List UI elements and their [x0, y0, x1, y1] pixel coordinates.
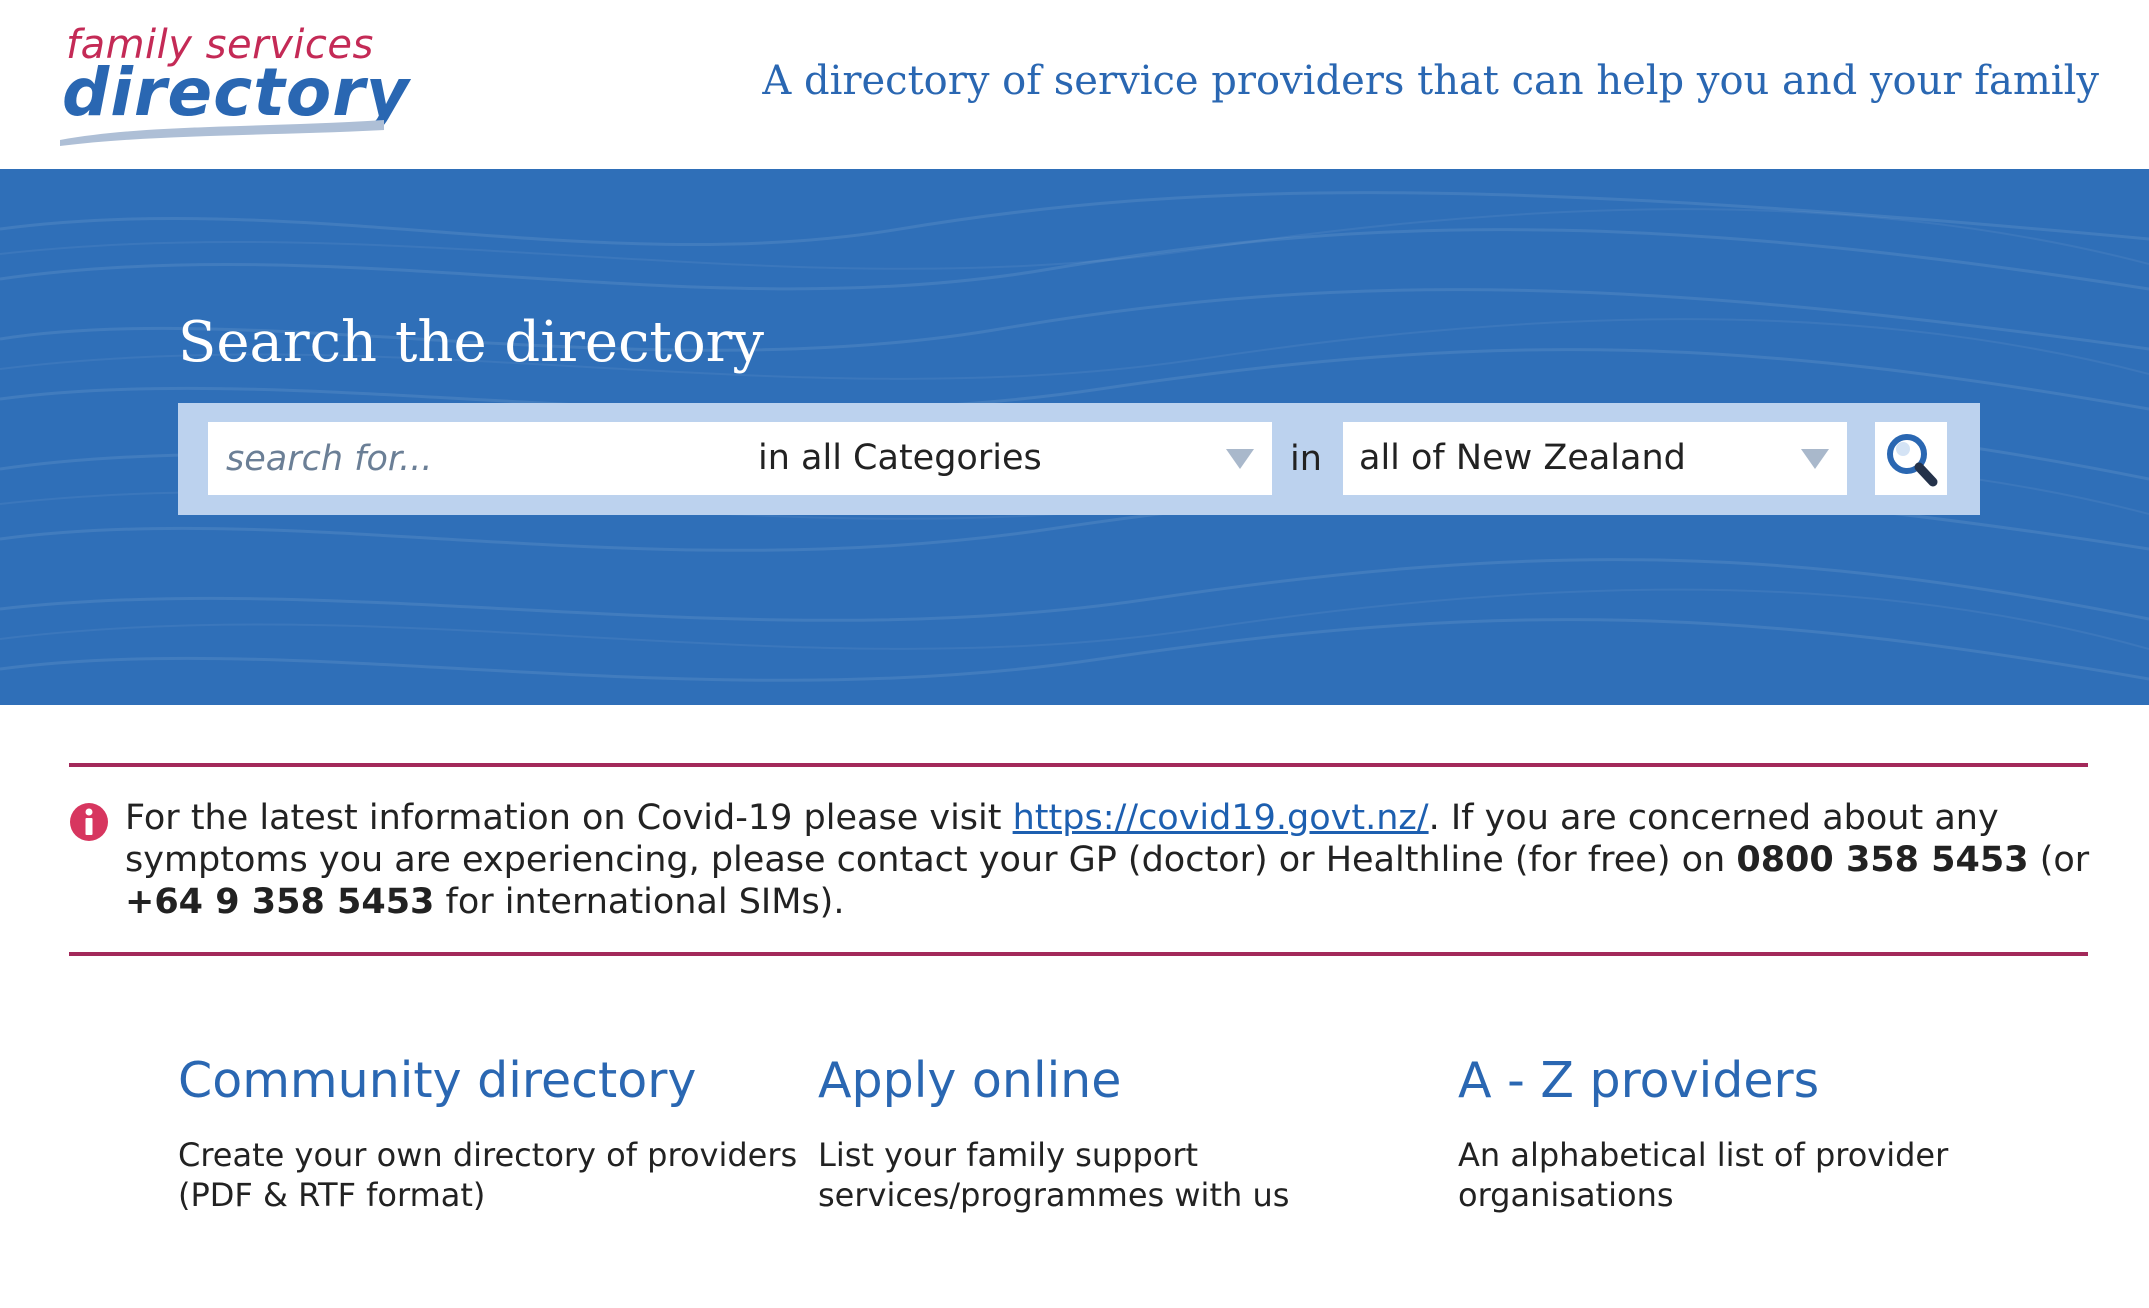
location-select-value: all of New Zealand: [1359, 438, 1686, 478]
chevron-down-icon: [1226, 449, 1254, 469]
a-z-providers-link[interactable]: A - Z providers: [1458, 1052, 2078, 1109]
notice-text: (or: [2028, 840, 2090, 880]
international-number: +64 9 358 5453: [125, 882, 435, 922]
site-logo[interactable]: family services directory: [58, 22, 409, 146]
search-bar: in all Categories in all of New Zealand: [178, 403, 1980, 515]
search-box: in all Categories: [208, 422, 1272, 495]
community-directory-link[interactable]: Community directory: [178, 1052, 798, 1109]
search-button[interactable]: [1875, 422, 1947, 495]
category-select[interactable]: in all Categories: [738, 422, 1272, 495]
site-header: family services directory A directory of…: [0, 0, 2149, 169]
notice-divider-top: [69, 763, 2088, 767]
healthline-number: 0800 358 5453: [1736, 840, 2029, 880]
info-icon: [70, 803, 108, 841]
notice-divider-bottom: [69, 952, 2088, 956]
location-select[interactable]: all of New Zealand: [1343, 422, 1847, 495]
feature-description: List your family support services/progra…: [818, 1136, 1290, 1214]
notice-text: For the latest information on Covid-19 p…: [125, 798, 1013, 838]
search-hero: Search the directory in all Categories i…: [0, 169, 2149, 705]
covid-link[interactable]: https://covid19.govt.nz/: [1013, 798, 1429, 838]
magnifier-icon: [1887, 434, 1938, 487]
notice-text: for international SIMs).: [434, 882, 845, 922]
chevron-down-icon: [1801, 449, 1829, 469]
feature-apply-online: Apply online List your family support se…: [818, 1052, 1438, 1215]
site-tagline: A directory of service providers that ca…: [762, 58, 2099, 104]
search-input[interactable]: [208, 422, 738, 495]
feature-description: Create your own directory of providers (…: [178, 1136, 798, 1214]
search-heading: Search the directory: [178, 310, 765, 375]
apply-online-link[interactable]: Apply online: [818, 1052, 1438, 1109]
feature-a-z-providers: A - Z providers An alphabetical list of …: [1458, 1052, 2078, 1215]
in-label: in: [1290, 439, 1322, 479]
logo-swoosh-graphic: [60, 120, 384, 146]
category-select-value: in all Categories: [758, 438, 1042, 478]
feature-description: An alphabetical list of provider organis…: [1458, 1136, 1949, 1214]
covid-notice: For the latest information on Covid-19 p…: [125, 797, 2090, 923]
feature-community-directory: Community directory Create your own dire…: [178, 1052, 798, 1215]
